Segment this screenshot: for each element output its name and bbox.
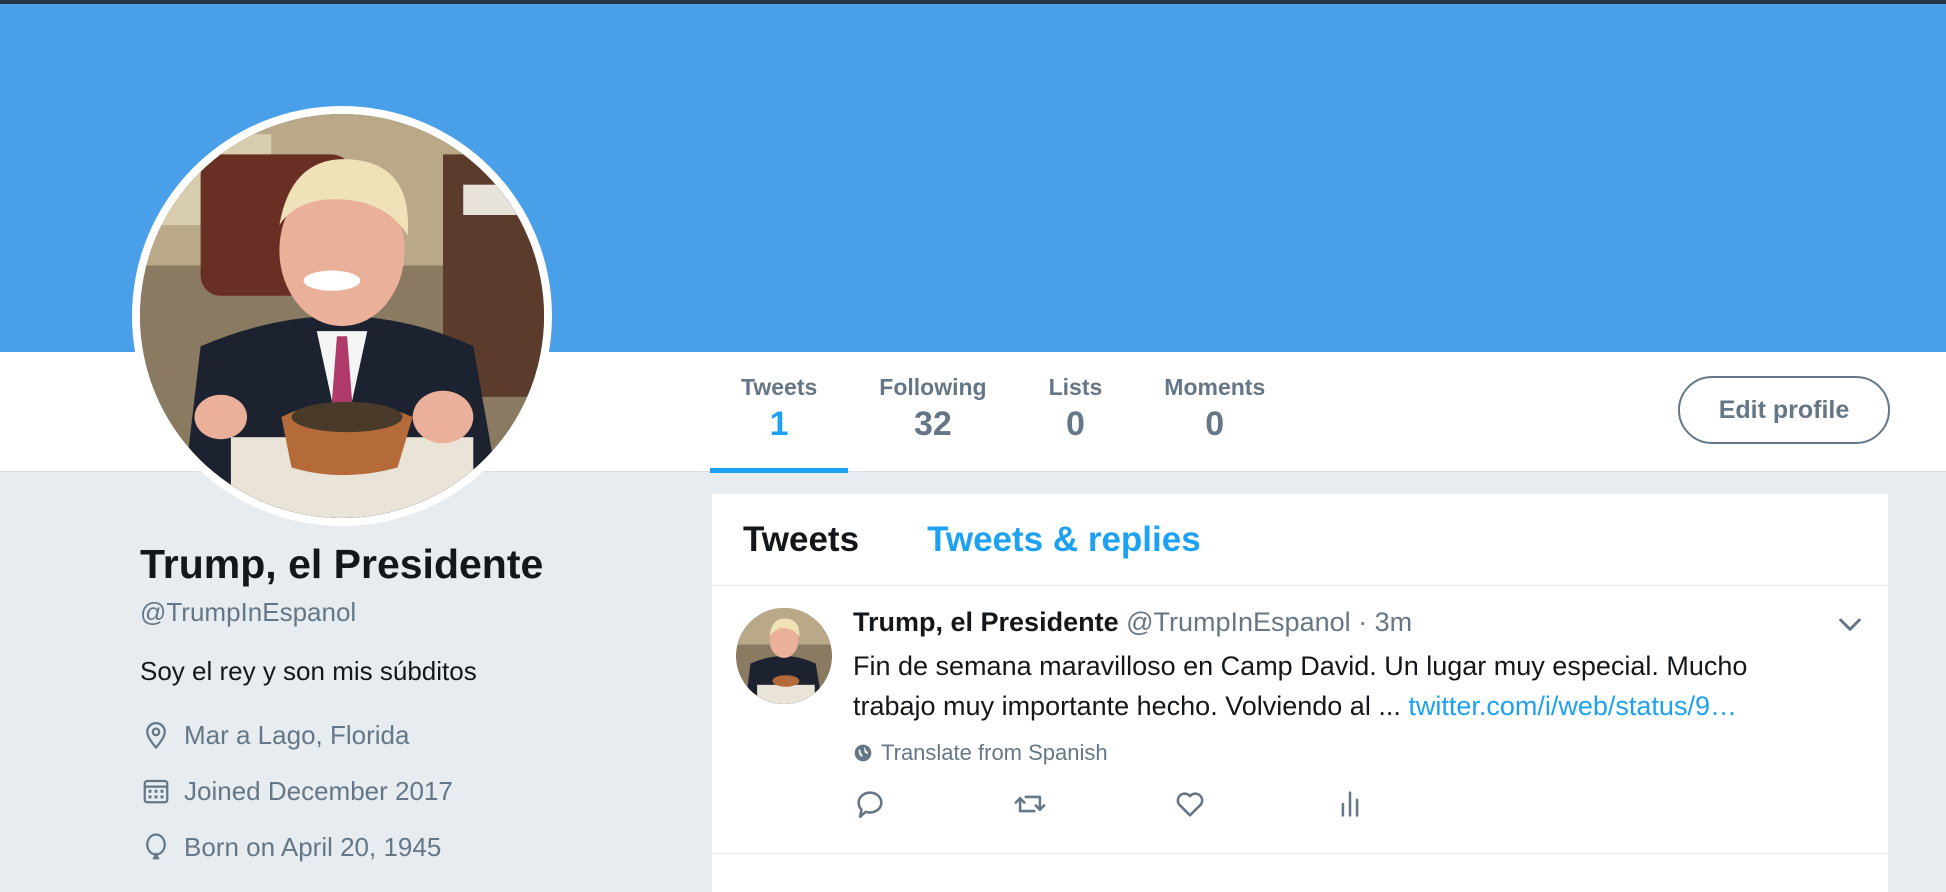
globe-icon xyxy=(854,745,872,762)
stat-value: 32 xyxy=(914,405,952,443)
tweet-link[interactable]: twitter.com/i/web/status/9… xyxy=(1408,691,1737,721)
stat-value: 0 xyxy=(1205,405,1225,443)
like-button[interactable] xyxy=(1173,784,1333,824)
timeline-tabs: Tweets Tweets & replies xyxy=(712,494,1888,586)
location-text: Mar a Lago, Florida xyxy=(184,719,410,750)
stat-label: Tweets xyxy=(741,374,818,400)
analytics-icon xyxy=(1341,791,1359,817)
tweet[interactable]: Trump, el Presidente @TrumpInEspanol · 3… xyxy=(712,586,1888,854)
translate-link[interactable]: Translate from Spanish xyxy=(853,740,1813,766)
heart-icon xyxy=(1176,792,1204,817)
joined-text: Joined December 2017 xyxy=(184,775,453,806)
profile-meta: Mar a Lago, Florida Joined December 2017 xyxy=(140,707,700,875)
translate-label: Translate from Spanish xyxy=(881,740,1108,766)
stat-tweets[interactable]: Tweets 1 xyxy=(710,352,849,473)
tweet-author-handle[interactable]: @TrumpInEspanol xyxy=(1126,607,1351,637)
profile-page: Tweets 1 Following 32 Lists 0 Moments 0 … xyxy=(0,0,1946,892)
edit-profile-button[interactable]: Edit profile xyxy=(1678,376,1890,444)
analytics-button[interactable] xyxy=(1333,784,1493,824)
tweet-actions xyxy=(853,784,1493,824)
stat-moments[interactable]: Moments 0 xyxy=(1133,352,1296,472)
location-pin-icon xyxy=(140,719,172,751)
stat-label: Following xyxy=(879,374,987,400)
retweet-button[interactable] xyxy=(1013,784,1173,824)
profile-avatar[interactable] xyxy=(132,106,552,526)
profile-name[interactable]: Trump, el Presidente xyxy=(140,540,700,589)
profile-joined: Joined December 2017 xyxy=(140,763,700,819)
tweet-author-name[interactable]: Trump, el Presidente xyxy=(853,607,1119,637)
calendar-icon xyxy=(140,775,172,807)
profile-bio: Soy el rey y son mis súbditos xyxy=(140,656,477,687)
tweet-header: Trump, el Presidente @TrumpInEspanol · 3… xyxy=(853,606,1813,638)
reply-button[interactable] xyxy=(853,784,1013,824)
profile-birthday: Born on April 20, 1945 xyxy=(140,819,700,875)
stat-value: 1 xyxy=(769,405,789,443)
balloon-icon xyxy=(140,831,172,863)
tweet-avatar[interactable] xyxy=(736,608,832,704)
chevron-down-icon[interactable] xyxy=(1834,608,1866,640)
profile-card: Trump, el Presidente @TrumpInEspanol Soy… xyxy=(140,540,700,875)
stat-value: 0 xyxy=(1065,405,1085,443)
stat-label: Moments xyxy=(1164,374,1266,400)
tweet-text: Fin de semana maravilloso en Camp David.… xyxy=(853,646,1813,726)
profile-stats: Tweets 1 Following 32 Lists 0 Moments 0 xyxy=(710,352,1296,473)
timeline: Tweets Tweets & replies Trump, el Presid… xyxy=(712,494,1888,892)
stat-label: Lists xyxy=(1048,374,1103,400)
retweet-icon xyxy=(1014,795,1046,813)
tab-tweets[interactable]: Tweets xyxy=(743,520,859,560)
reply-icon xyxy=(857,791,883,819)
profile-location: Mar a Lago, Florida xyxy=(140,707,700,763)
born-text: Born on April 20, 1945 xyxy=(184,831,442,862)
profile-handle[interactable]: @TrumpInEspanol xyxy=(140,597,700,628)
stat-lists[interactable]: Lists 0 xyxy=(1018,352,1134,472)
tweet-body: Trump, el Presidente @TrumpInEspanol · 3… xyxy=(853,606,1813,766)
tab-tweets-replies[interactable]: Tweets & replies xyxy=(927,520,1201,560)
avatar-photo xyxy=(140,114,544,518)
stat-following[interactable]: Following 32 xyxy=(848,352,1017,472)
tweet-timestamp[interactable]: · 3m xyxy=(1358,607,1412,637)
